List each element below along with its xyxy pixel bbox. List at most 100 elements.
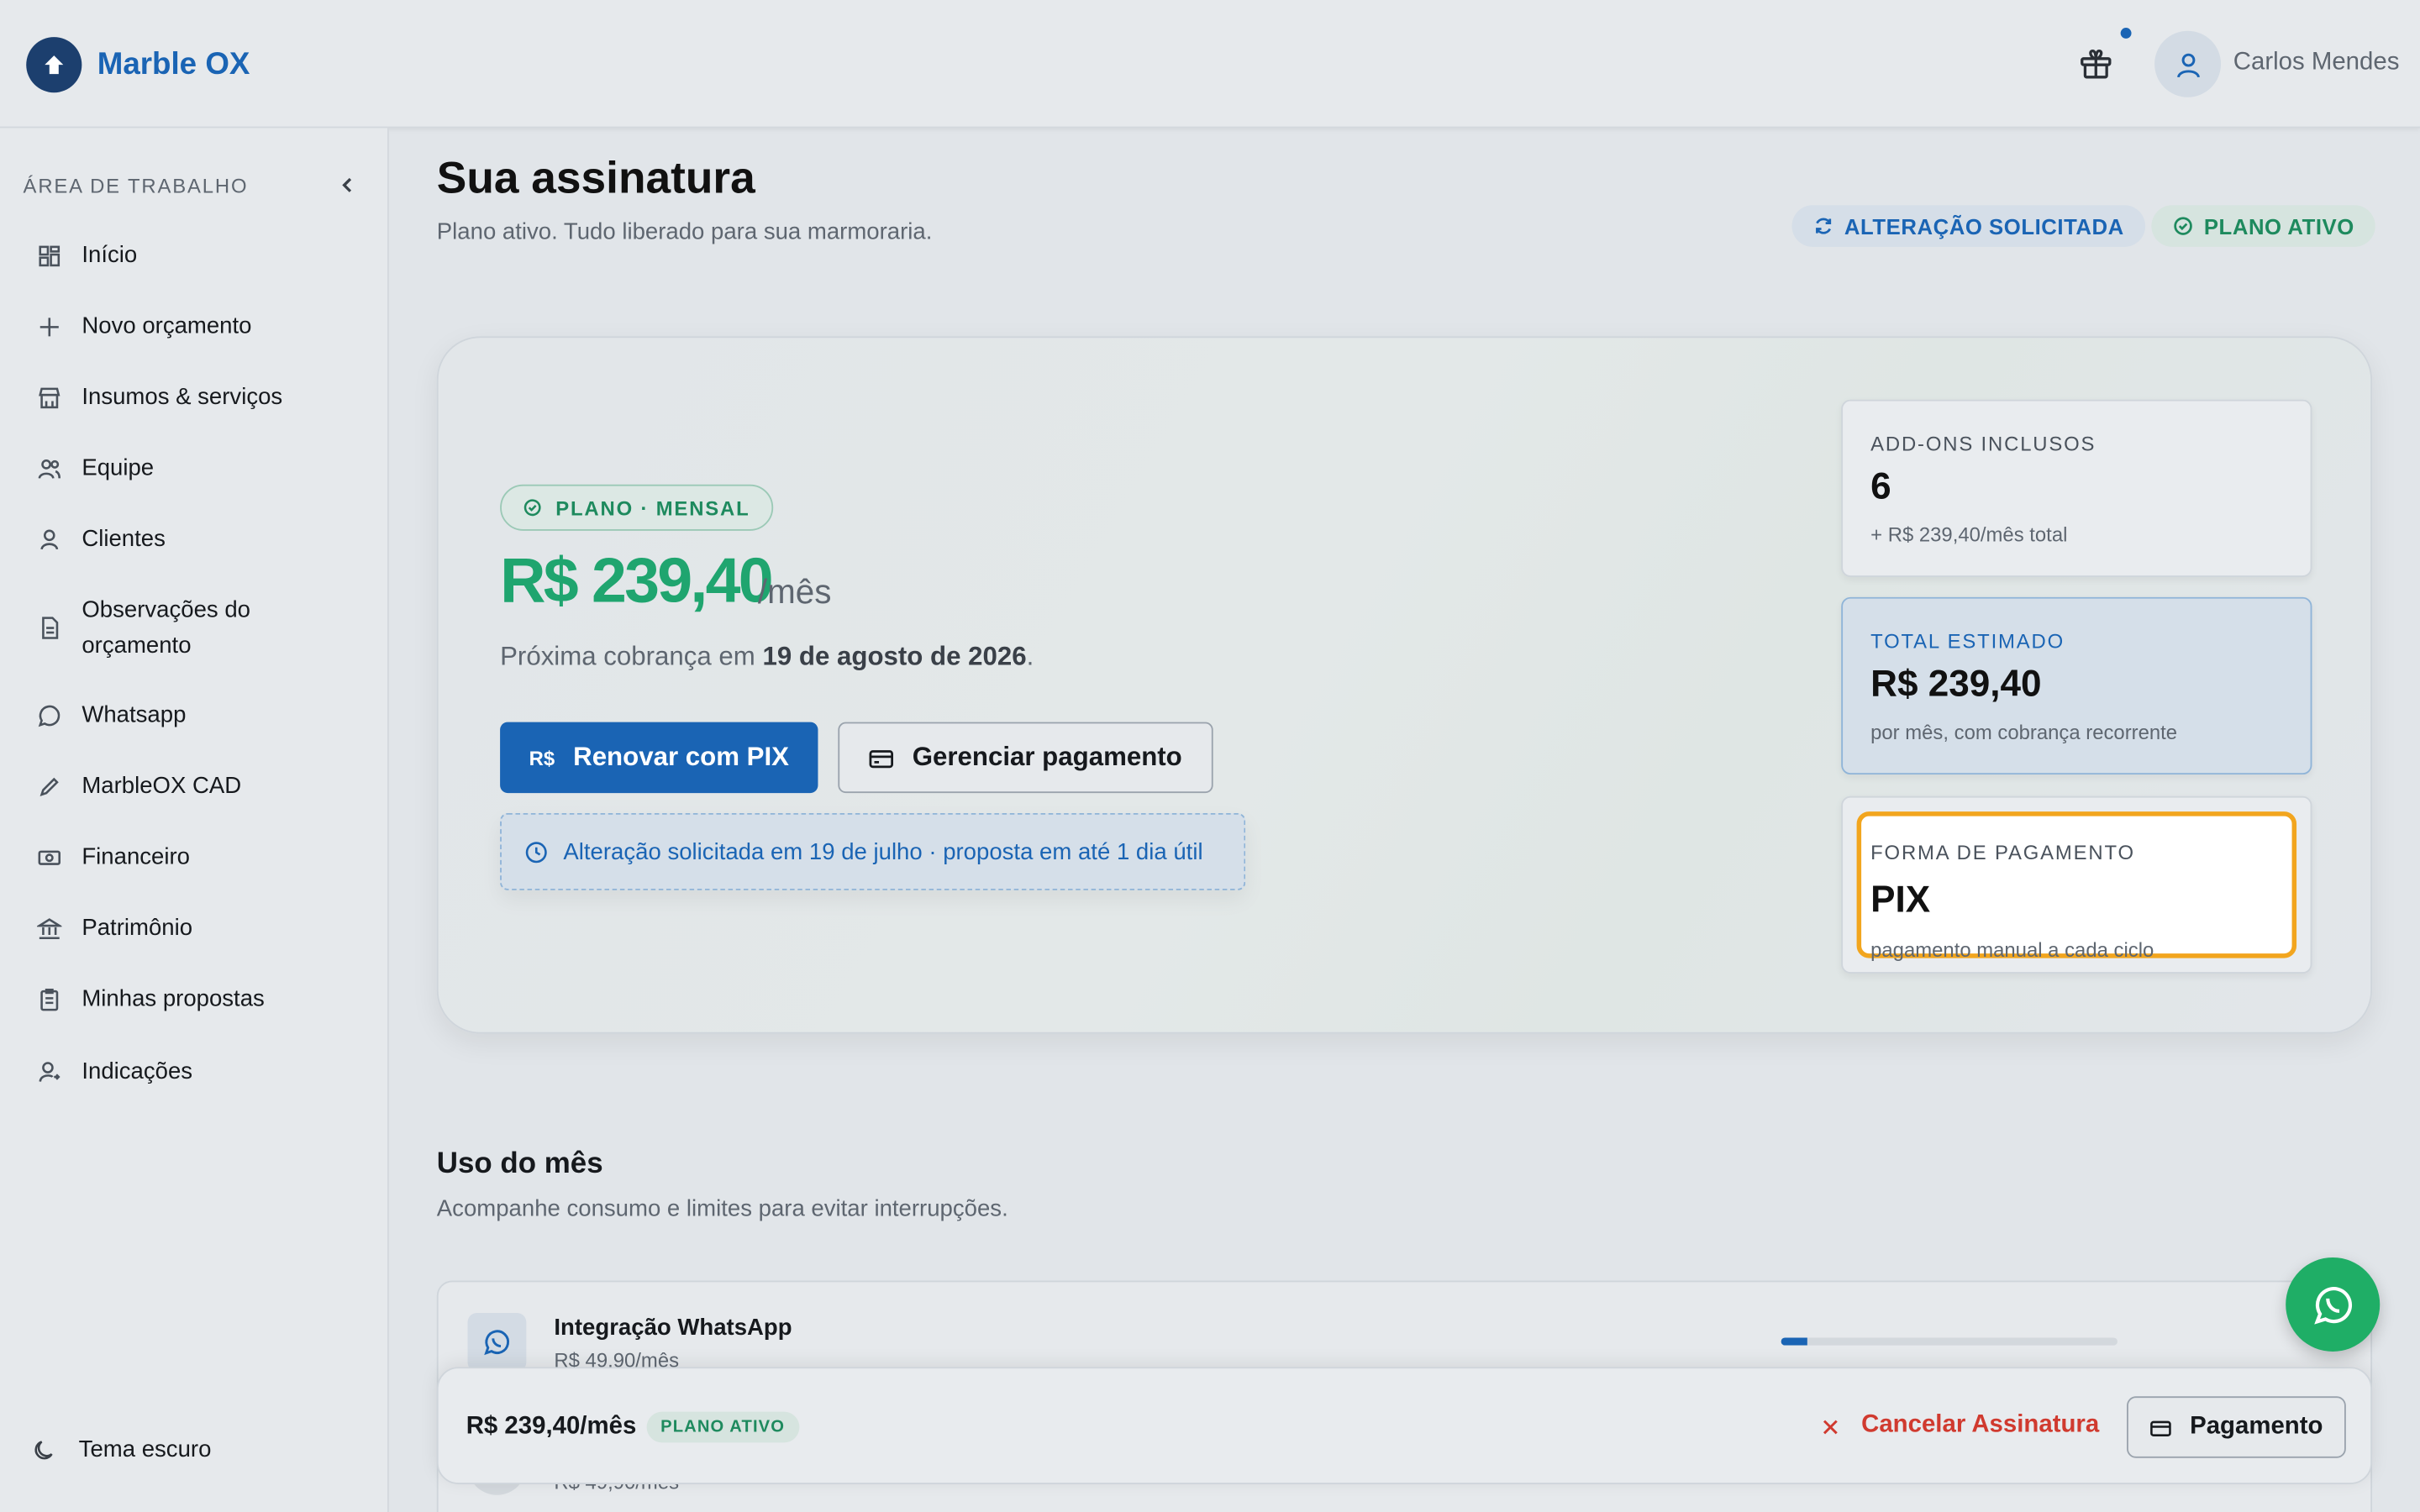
brand-logo-icon: [26, 37, 82, 93]
plan-price-unit: /mês: [757, 572, 832, 612]
check-circle-icon: [523, 498, 542, 517]
clock-icon: [524, 840, 548, 864]
check-circle-icon: [2173, 216, 2193, 236]
sidebar-item-indicacoes[interactable]: Indicações: [37, 1057, 192, 1089]
total-label: TOTAL ESTIMADO: [1870, 629, 2065, 653]
payment-button[interactable]: Pagamento: [2127, 1396, 2346, 1458]
payment-method-label: FORMA DE PAGAMENTO: [1870, 841, 2135, 864]
next-billing-prefix: Próxima cobrança em: [500, 642, 763, 671]
sidebar-item-label: Novo orçamento: [82, 312, 252, 340]
payment-method-sub: pagamento manual a cada ciclo: [1870, 937, 2154, 962]
whatsapp-icon: [2313, 1286, 2352, 1324]
sidebar-item-propostas[interactable]: Minhas propostas: [37, 984, 265, 1017]
brand[interactable]: Marble OX: [26, 37, 250, 93]
user-avatar[interactable]: [2154, 30, 2222, 97]
total-card: TOTAL ESTIMADO R$ 239,40 por mês, com co…: [1841, 596, 2312, 775]
chevron-left-icon[interactable]: [336, 171, 358, 199]
plus-icon: [37, 315, 61, 339]
file-icon: [37, 616, 61, 640]
sidebar: ÁREA DE TRABALHO Início Novo orçamento I…: [0, 128, 389, 1512]
sidebar-item-label: Indicações: [82, 1058, 193, 1085]
credit-card-icon: [869, 747, 894, 769]
page-title: Sua assinatura: [436, 154, 755, 204]
user-icon: [37, 528, 61, 552]
gift-icon[interactable]: [2077, 45, 2114, 81]
sidebar-item-inicio[interactable]: Início: [37, 241, 137, 274]
footer-status-badge: PLANO ATIVO: [646, 1411, 799, 1443]
store-icon: [37, 386, 61, 410]
sidebar-item-clientes[interactable]: Clientes: [37, 524, 166, 557]
manage-payment-label: Gerenciar pagamento: [912, 742, 1182, 772]
credit-card-icon: [2149, 1418, 2171, 1436]
sidebar-item-whatsapp[interactable]: Whatsapp: [37, 701, 186, 733]
close-icon: [1821, 1416, 1839, 1435]
sticky-footer: R$ 239,40/mês PLANO ATIVO Cancelar Assin…: [436, 1367, 2373, 1484]
usage-item-name: Integração WhatsApp: [554, 1314, 792, 1341]
status-badge-label: PLANO ATIVO: [2203, 213, 2354, 239]
sidebar-item-novo-orcamento[interactable]: Novo orçamento: [37, 312, 252, 344]
sidebar-item-label: Equipe: [82, 454, 155, 482]
whatsapp-icon: [467, 1313, 527, 1372]
status-badge-requested: ALTERAÇÃO SOLICITADA: [1791, 205, 2146, 247]
refresh-icon: [1813, 216, 1833, 236]
brand-name: Marble OX: [97, 47, 250, 81]
change-notice-text: Alteração solicitada em 19 de julho · pr…: [563, 838, 1203, 865]
sidebar-item-label: Início: [82, 242, 138, 269]
next-billing-date: 19 de agosto de 2026: [762, 642, 1027, 671]
pencil-icon: [37, 774, 61, 799]
total-sub: por mês, com cobrança recorrente: [1870, 720, 2178, 744]
sidebar-item-label: Insumos & serviços: [82, 384, 283, 411]
sidebar-item-label: Patrimônio: [82, 915, 193, 942]
whatsapp-icon: [37, 704, 61, 728]
users-icon: [37, 457, 61, 481]
status-badge-active: PLANO ATIVO: [2151, 205, 2376, 247]
renew-pix-button[interactable]: R$ Renovar com PIX: [500, 722, 818, 794]
money-icon: [37, 846, 61, 870]
sidebar-item-insumos[interactable]: Insumos & serviços: [37, 383, 282, 416]
cancel-subscription-button[interactable]: Cancelar Assinatura: [1821, 1412, 2099, 1440]
user-share-icon: [37, 1060, 61, 1084]
theme-toggle[interactable]: Tema escuro: [33, 1436, 212, 1462]
usage-progress-fill: [1781, 1337, 1808, 1346]
top-bar: Marble OX Carlos Mendes: [0, 0, 2420, 129]
usage-title: Uso do mês: [436, 1147, 603, 1181]
cancel-subscription-label: Cancelar Assinatura: [1861, 1411, 2100, 1438]
user-name[interactable]: Carlos Mendes: [2233, 50, 2400, 77]
sidebar-section-title: ÁREA DE TRABALHO: [23, 174, 249, 198]
moon-icon: [33, 1437, 57, 1462]
addons-sub: + R$ 239,40/mês total: [1870, 522, 2068, 547]
sidebar-item-observacoes[interactable]: Observações do orçamento: [37, 596, 250, 664]
addons-value: 6: [1870, 465, 1891, 508]
grid-icon: [37, 244, 61, 268]
sidebar-item-equipe[interactable]: Equipe: [37, 454, 154, 486]
plan-price: R$ 239,40: [500, 544, 773, 616]
sidebar-item-patrimonio[interactable]: Patrimônio: [35, 913, 193, 946]
page-subtitle: Plano ativo. Tudo liberado para sua marm…: [436, 218, 933, 246]
manage-payment-button[interactable]: Gerenciar pagamento: [838, 722, 1213, 794]
plan-tag-label: PLANO · MENSAL: [555, 496, 750, 520]
next-billing: Próxima cobrança em 19 de agosto de 2026…: [500, 642, 1034, 673]
next-billing-suffix: .: [1026, 642, 1034, 671]
usage-progress-bar: [1781, 1337, 2118, 1346]
currency-icon: R$: [529, 746, 555, 769]
payment-method-highlight: FORMA DE PAGAMENTO PIX pagamento manual …: [1856, 811, 2297, 961]
total-value: R$ 239,40: [1870, 663, 2042, 706]
clipboard-icon: [37, 988, 61, 1012]
bank-icon: [35, 916, 64, 941]
change-notice: Alteração solicitada em 19 de julho · pr…: [500, 812, 1246, 890]
addons-card: ADD-ONS INCLUSOS 6 + R$ 239,40/mês total: [1841, 399, 2312, 577]
footer-price: R$ 239,40/mês: [466, 1413, 637, 1440]
payment-button-label: Pagamento: [2190, 1413, 2323, 1440]
plan-tag: PLANO · MENSAL: [500, 484, 774, 531]
sidebar-item-cad[interactable]: MarbleOX CAD: [37, 771, 241, 804]
payment-method-card[interactable]: FORMA DE PAGAMENTO PIX pagamento manual …: [1841, 795, 2312, 974]
notification-dot: [2120, 28, 2132, 39]
addons-label: ADD-ONS INCLUSOS: [1870, 432, 2096, 455]
sidebar-item-label: Whatsapp: [82, 701, 187, 728]
renew-pix-label: Renovar com PIX: [573, 742, 789, 772]
sidebar-item-label: Financeiro: [82, 843, 191, 870]
whatsapp-fab-button[interactable]: [2286, 1257, 2381, 1352]
subscription-card: PLANO · MENSAL R$ 239,40 /mês Próxima co…: [436, 336, 2373, 1034]
sidebar-item-label: Clientes: [82, 526, 166, 553]
sidebar-item-financeiro[interactable]: Financeiro: [37, 843, 190, 875]
